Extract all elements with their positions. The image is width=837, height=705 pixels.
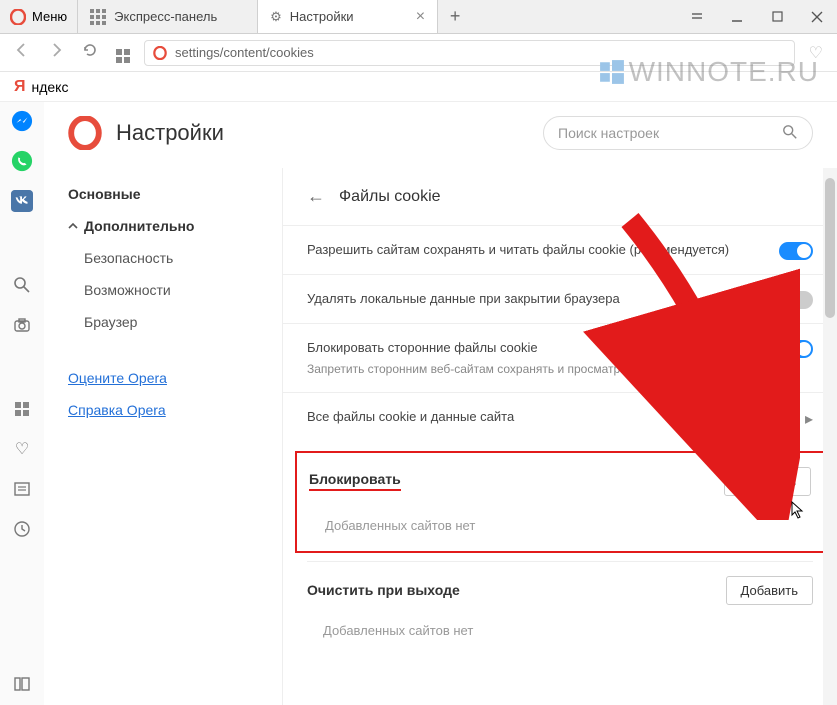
nav-features[interactable]: Возможности xyxy=(44,274,282,306)
address-url: settings/content/cookies xyxy=(175,45,314,60)
opera-logo-icon xyxy=(10,9,26,25)
block-title: Блокировать xyxy=(309,471,401,491)
settings-search-input[interactable]: Поиск настроек xyxy=(543,116,813,150)
cookies-heading: ← Файлы cookie xyxy=(283,168,837,225)
snapshot-icon[interactable] xyxy=(11,314,33,336)
row-all-cookies[interactable]: Все файлы cookie и данные сайта ▸ xyxy=(283,392,837,443)
block-add-button[interactable]: Добавить xyxy=(724,467,811,496)
row-allow-cookies: Разрешить сайтам сохранять и читать файл… xyxy=(283,225,837,274)
reload-icon[interactable] xyxy=(78,38,102,67)
toggle-allow-cookies[interactable] xyxy=(779,242,813,260)
expand-rail-icon[interactable] xyxy=(11,673,33,695)
gear-icon: ⚙ xyxy=(270,9,282,25)
nav-security[interactable]: Безопасность xyxy=(44,242,282,274)
row-delete-on-close: Удалять локальные данные при закрытии бр… xyxy=(283,274,837,323)
yandex-text: ндекс xyxy=(32,79,69,95)
back-icon[interactable] xyxy=(10,38,34,67)
address-input[interactable]: settings/content/cookies xyxy=(144,40,795,66)
nav-advanced[interactable]: Дополнительно xyxy=(44,210,282,242)
tab-label: Настройки xyxy=(290,9,354,24)
favorite-icon[interactable]: ♡ xyxy=(805,39,827,67)
news-icon[interactable] xyxy=(11,478,33,500)
menu-label: Меню xyxy=(32,9,67,24)
clear-title: Очистить при выходе xyxy=(307,582,460,598)
settings-content: ← Файлы cookie Разрешить сайтам сохранят… xyxy=(282,168,837,705)
clear-empty-text: Добавленных сайтов нет xyxy=(307,615,813,656)
address-bar: settings/content/cookies ♡ xyxy=(0,34,837,72)
block-list-section: Блокировать Добавить Добавленных сайтов … xyxy=(295,451,825,553)
speed-dial-icon xyxy=(90,9,106,25)
settings-nav: Основные Дополнительно Безопасность Возм… xyxy=(44,168,282,705)
window-controls xyxy=(677,0,837,33)
opera-url-icon xyxy=(153,46,167,60)
toggle-delete-on-close[interactable] xyxy=(779,291,813,309)
search-placeholder: Поиск настроек xyxy=(558,125,659,141)
yandex-bar[interactable]: Я ндекс xyxy=(0,72,837,102)
row-block-third-party: Блокировать сторонние файлы cookie Запре… xyxy=(283,323,837,392)
clear-add-button[interactable]: Добавить xyxy=(726,576,813,605)
messenger-icon[interactable] xyxy=(11,110,33,132)
tab-close-icon[interactable]: × xyxy=(416,8,425,26)
opera-settings-icon xyxy=(68,116,102,150)
scrollbar-thumb[interactable] xyxy=(825,178,835,318)
settings-header: Настройки Поиск настроек xyxy=(44,102,837,168)
history-icon[interactable] xyxy=(11,518,33,540)
search-rail-icon[interactable] xyxy=(11,274,33,296)
window-minimize-button[interactable] xyxy=(717,0,757,33)
toggle-block-third-party[interactable] xyxy=(779,340,813,358)
chevron-up-icon xyxy=(68,221,78,231)
vk-icon[interactable] xyxy=(11,190,33,212)
bookmarks-rail-icon[interactable]: ♡ xyxy=(11,438,33,460)
tab-settings[interactable]: ⚙ Настройки × xyxy=(258,0,438,33)
titlebar: Меню Экспресс-панель ⚙ Настройки × + xyxy=(0,0,837,34)
yandex-letter: Я xyxy=(14,78,26,96)
window-maximize-button[interactable] xyxy=(757,0,797,33)
tab-label: Экспресс-панель xyxy=(114,9,217,24)
new-tab-button[interactable]: + xyxy=(438,0,472,33)
extensions-icon[interactable] xyxy=(11,398,33,420)
nav-help-link[interactable]: Справка Opera xyxy=(44,394,282,426)
nav-browser[interactable]: Браузер xyxy=(44,306,282,338)
block-empty-text: Добавленных сайтов нет xyxy=(297,506,823,551)
search-icon xyxy=(782,124,798,143)
scrollbar[interactable] xyxy=(823,168,837,705)
tab-speed-dial[interactable]: Экспресс-панель xyxy=(78,0,258,33)
speed-dial-nav-icon[interactable] xyxy=(112,38,134,67)
menu-button[interactable]: Меню xyxy=(0,0,78,33)
forward-icon[interactable] xyxy=(44,38,68,67)
page-title: Настройки xyxy=(116,120,224,146)
clear-on-exit-section: Очистить при выходе Добавить Добавленных… xyxy=(283,561,837,656)
sidebar-rail: ♡ xyxy=(0,102,44,705)
back-arrow-icon[interactable]: ← xyxy=(307,186,325,207)
window-compact-button[interactable] xyxy=(677,0,717,33)
window-close-button[interactable] xyxy=(797,0,837,33)
nav-rate-link[interactable]: Оцените Opera xyxy=(44,362,282,394)
chevron-right-icon: ▸ xyxy=(805,409,813,429)
whatsapp-icon[interactable] xyxy=(11,150,33,172)
nav-basic[interactable]: Основные xyxy=(44,178,282,210)
